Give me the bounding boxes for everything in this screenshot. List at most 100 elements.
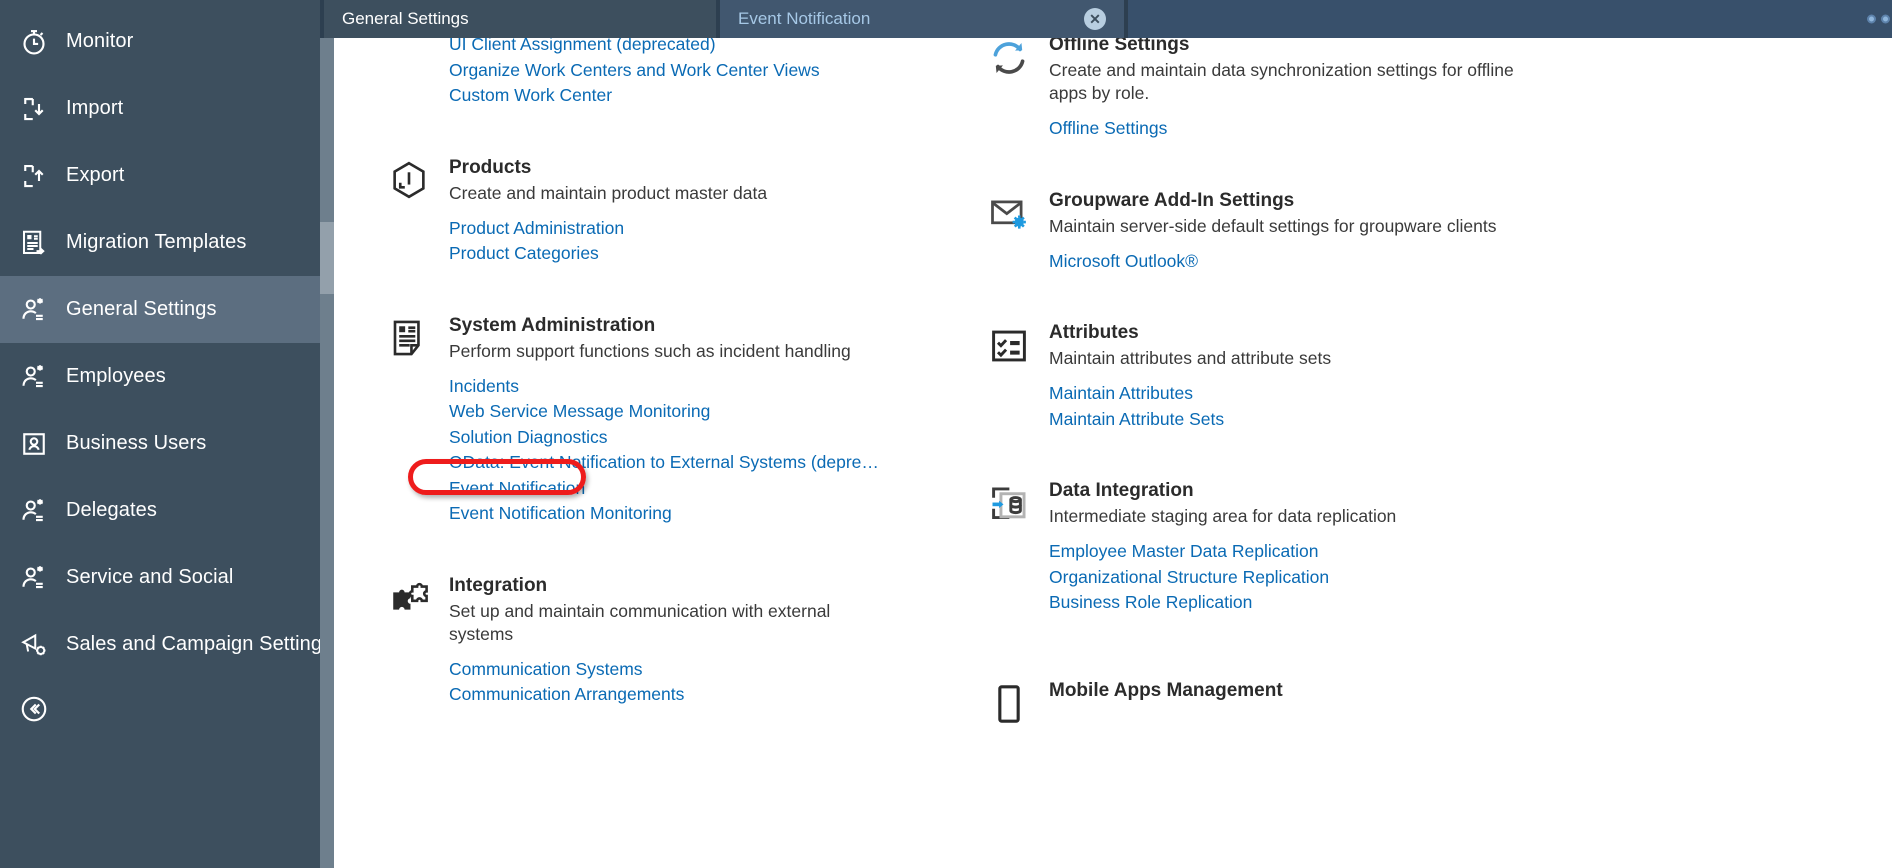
tile-title: Mobile Apps Management (1049, 679, 1283, 701)
sidebar-item-label: Export (66, 164, 125, 186)
link-event-notification-monitoring[interactable]: Event Notification Monitoring (449, 501, 959, 527)
sidebar-item-business-users[interactable]: Business Users (0, 410, 320, 477)
tile-title: Integration (449, 574, 548, 596)
link-communication-arrangements[interactable]: Communication Arrangements (449, 682, 959, 708)
tile-links: Maintain Attributes Maintain Attribute S… (1049, 381, 1559, 432)
tab-general-settings[interactable]: General Settings (324, 0, 716, 38)
tab-label: General Settings (342, 9, 469, 28)
user-card-icon (14, 424, 54, 464)
link-product-categories[interactable]: Product Categories (449, 241, 959, 267)
link-event-notification[interactable]: Event Notification (449, 476, 959, 502)
sidebar-item-label: Delegates (66, 499, 157, 521)
sidebar-item-import[interactable]: Import (0, 75, 320, 142)
sidebar: Monitor Import Export Migration Template… (0, 0, 332, 868)
link-product-administration[interactable]: Product Administration (449, 216, 959, 242)
data-staging-icon (969, 478, 1049, 616)
tile-links: Communication Systems Communication Arra… (449, 657, 959, 708)
file-download-icon (14, 89, 54, 129)
tab-bar: General Settings Event Notification ✕ (320, 0, 1892, 38)
sidebar-item-service-and-social[interactable]: Service and Social (0, 544, 320, 611)
sidebar-item-general-settings[interactable]: General Settings (0, 276, 320, 343)
tile-products: Products Create and maintain product mas… (369, 155, 969, 267)
tile-description: Create and maintain data synchronization… (1049, 60, 1514, 103)
app-root: Monitor Import Export Migration Template… (0, 0, 1892, 868)
left-tile-column: UI Client Assignment (deprecated) Organi… (369, 32, 969, 726)
tile-columns: UI Client Assignment (deprecated) Organi… (334, 32, 1892, 726)
work-center-content: UI Client Assignment (deprecated) Organi… (334, 32, 1892, 868)
sidebar-item-label: General Settings (66, 298, 217, 320)
tile-links: UI Client Assignment (deprecated) Organi… (449, 32, 959, 109)
tile-description: Intermediate staging area for data repli… (1049, 506, 1397, 526)
tile-body: Groupware Add-In Settings Maintain serve… (1049, 188, 1569, 275)
sidebar-item-label: Service and Social (66, 566, 234, 588)
right-tile-column: Offline Settings Create and maintain dat… (969, 32, 1569, 726)
tile-links: Incidents Web Service Message Monitoring… (449, 374, 959, 527)
link-business-role-replication[interactable]: Business Role Replication (1049, 590, 1559, 616)
tab-bar-more-icon[interactable] (1867, 14, 1890, 24)
sidebar-item-label: Migration Templates (66, 231, 247, 253)
link-maintain-attributes[interactable]: Maintain Attributes (1049, 381, 1559, 407)
mobile-icon (969, 678, 1049, 726)
collapse-sidebar-button[interactable] (0, 678, 320, 740)
link-solution-diagnostics[interactable]: Solution Diagnostics (449, 425, 959, 451)
user-star-icon (14, 290, 54, 330)
close-icon[interactable]: ✕ (1084, 8, 1106, 30)
sidebar-item-label: Monitor (66, 30, 134, 52)
sidebar-item-monitor[interactable]: Monitor (0, 8, 320, 75)
content-scrollbar[interactable] (320, 32, 334, 868)
stopwatch-icon (14, 22, 54, 62)
tile-description: Create and maintain product master data (449, 182, 768, 203)
tile-title: Data Integration (1049, 480, 1194, 501)
user-star-icon (14, 558, 54, 598)
tile-body: Integration Set up and maintain communic… (449, 573, 969, 708)
link-web-service-message-monitoring[interactable]: Web Service Message Monitoring (449, 399, 959, 425)
link-employee-master-data-replication[interactable]: Employee Master Data Replication (1049, 539, 1559, 565)
tile-links: Offline Settings (1049, 116, 1559, 142)
link-microsoft-outlook[interactable]: Microsoft Outlook® (1049, 249, 1559, 275)
sidebar-item-migration-templates[interactable]: Migration Templates (0, 209, 320, 276)
user-star-icon (14, 357, 54, 397)
sidebar-item-delegates[interactable]: Delegates (0, 477, 320, 544)
sidebar-item-sales-and-campaign-settings[interactable]: Sales and Campaign Settings (0, 611, 332, 678)
mail-gear-icon (969, 188, 1049, 275)
tile-body: Data Integration Intermediate staging ar… (1049, 478, 1569, 616)
document-list-icon (369, 313, 449, 527)
sidebar-item-export[interactable]: Export (0, 142, 320, 209)
content-scrollbar-thumb[interactable] (320, 222, 334, 294)
sidebar-item-label: Business Users (66, 432, 207, 454)
user-star-icon (14, 491, 54, 531)
sidebar-item-label: Import (66, 97, 124, 119)
link-incidents[interactable]: Incidents (449, 374, 959, 400)
tile-description: Set up and maintain communication with e… (449, 600, 831, 644)
link-maintain-attribute-sets[interactable]: Maintain Attribute Sets (1049, 407, 1559, 433)
link-odata-event-notification-external[interactable]: OData: Event Notification to External Sy… (449, 450, 959, 476)
tile-title: Products (449, 156, 532, 178)
tile-links: Microsoft Outlook® (1049, 249, 1559, 275)
tile-title: System Administration (449, 314, 656, 336)
sidebar-item-label: Sales and Campaign Settings (66, 633, 333, 655)
tile-body: System Administration Perform support fu… (449, 313, 969, 527)
sidebar-item-employees[interactable]: Employees (0, 343, 320, 410)
tile-description: Maintain attributes and attribute sets (1049, 348, 1332, 368)
tile-body: UI Client Assignment (deprecated) Organi… (449, 32, 969, 109)
checklist-icon (969, 320, 1049, 432)
tile-body: Attributes Maintain attributes and attri… (1049, 320, 1569, 432)
link-communication-systems[interactable]: Communication Systems (449, 657, 959, 683)
tab-event-notification[interactable]: Event Notification ✕ (720, 0, 1124, 38)
link-offline-settings[interactable]: Offline Settings (1049, 116, 1559, 142)
tile-icon-slot (369, 32, 449, 109)
tile-attributes: Attributes Maintain attributes and attri… (969, 320, 1569, 432)
tile-title: Attributes (1049, 322, 1139, 343)
chevron-double-left-icon (14, 689, 54, 729)
tile-description: Maintain server-side default settings fo… (1049, 215, 1497, 236)
tile-integration: Integration Set up and maintain communic… (369, 573, 969, 708)
tile-body: Mobile Apps Management (1049, 678, 1569, 726)
link-organizational-structure-replication[interactable]: Organizational Structure Replication (1049, 565, 1559, 591)
link-organize-work-centers[interactable]: Organize Work Centers and Work Center Vi… (449, 58, 959, 84)
link-custom-work-center[interactable]: Custom Work Center (449, 83, 959, 109)
tile-data-integration: Data Integration Intermediate staging ar… (969, 478, 1569, 616)
